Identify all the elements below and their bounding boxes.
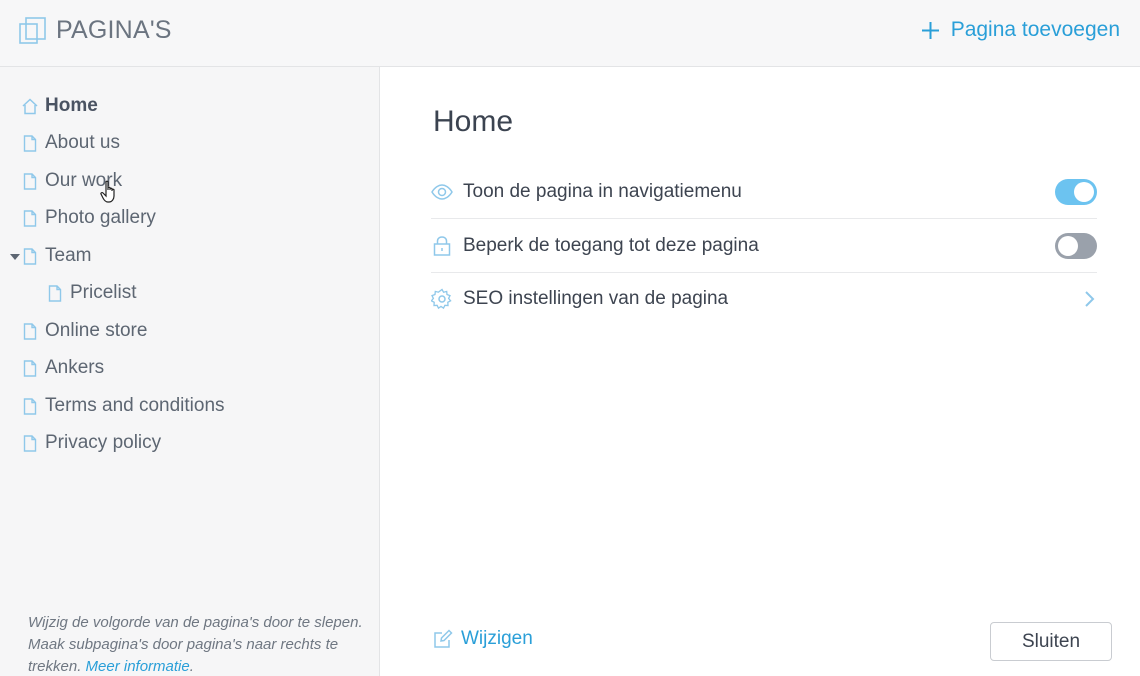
sidebar-item-online-store[interactable]: Online store bbox=[22, 318, 147, 344]
more-info-link[interactable]: Meer informatie bbox=[86, 658, 190, 675]
page-icon bbox=[23, 434, 37, 452]
page-icon bbox=[23, 209, 37, 227]
page-icon bbox=[23, 397, 37, 415]
sidebar-help-note: Wijzig de volgorde van de pagina's door … bbox=[28, 612, 368, 676]
sidebar-item-label: Terms and conditions bbox=[45, 395, 225, 416]
page-settings-panel: Home Toon de pagina in navigatiemenu Bep… bbox=[381, 67, 1140, 676]
add-page-button[interactable]: Pagina toevoegen bbox=[921, 18, 1120, 42]
sidebar-item-label: Home bbox=[45, 95, 98, 116]
sidebar-item-label: Online store bbox=[45, 320, 148, 341]
expand-caret-icon[interactable] bbox=[10, 254, 20, 260]
sidebar-item-photo-gallery[interactable]: Photo gallery bbox=[22, 205, 156, 231]
show-in-menu-toggle[interactable] bbox=[1055, 179, 1097, 205]
header-title-group: PAGINA'S bbox=[19, 16, 172, 45]
hand-cursor-icon bbox=[100, 180, 115, 203]
toggle-knob bbox=[1074, 182, 1094, 202]
page-title: Home bbox=[433, 105, 514, 138]
page-icon bbox=[23, 247, 37, 265]
edit-label: Wijzigen bbox=[461, 628, 533, 649]
setting-label: Toon de pagina in navigatiemenu bbox=[463, 180, 742, 202]
setting-label: Beperk de toegang tot deze pagina bbox=[463, 234, 759, 256]
sidebar-note-text: Wijzig de volgorde van de pagina's door … bbox=[28, 614, 363, 675]
add-page-label: Pagina toevoegen bbox=[950, 18, 1120, 41]
sidebar-item-home[interactable]: Home bbox=[22, 93, 98, 119]
chevron-right-icon[interactable] bbox=[1083, 290, 1095, 308]
setting-label: SEO instellingen van de pagina bbox=[463, 288, 729, 309]
toggle-knob bbox=[1058, 236, 1078, 256]
page-icon bbox=[23, 322, 37, 340]
pages-sidebar: Home About us Our work Photo gallery Tea… bbox=[0, 67, 380, 676]
edit-page-link[interactable]: Wijzigen bbox=[433, 628, 533, 650]
eye-icon bbox=[431, 183, 453, 200]
home-icon bbox=[22, 97, 38, 114]
sidebar-item-team[interactable]: Team bbox=[22, 243, 91, 269]
page-icon bbox=[23, 172, 37, 190]
sidebar-item-label: Photo gallery bbox=[45, 207, 156, 228]
page-icon bbox=[23, 359, 37, 377]
setting-restrict-access: Beperk de toegang tot deze pagina bbox=[431, 219, 1097, 273]
setting-show-in-menu: Toon de pagina in navigatiemenu bbox=[431, 165, 1097, 219]
plus-icon bbox=[921, 21, 939, 39]
page-icon bbox=[48, 284, 62, 302]
close-button[interactable]: Sluiten bbox=[990, 622, 1112, 661]
lock-icon bbox=[433, 235, 451, 256]
header-title: PAGINA'S bbox=[56, 16, 172, 44]
sidebar-note-period: . bbox=[189, 658, 194, 675]
restrict-access-toggle[interactable] bbox=[1055, 233, 1097, 259]
sidebar-item-privacy[interactable]: Privacy policy bbox=[22, 430, 161, 456]
sidebar-item-label: Privacy policy bbox=[45, 432, 162, 453]
sidebar-item-label: Team bbox=[45, 245, 92, 266]
sidebar-item-pricelist[interactable]: Pricelist bbox=[47, 280, 137, 306]
gear-icon bbox=[431, 288, 452, 310]
pages-stack-icon bbox=[19, 16, 46, 44]
setting-seo[interactable]: SEO instellingen van de pagina bbox=[431, 272, 1097, 326]
sidebar-item-about-us[interactable]: About us bbox=[22, 130, 120, 156]
page-header: PAGINA'S Pagina toevoegen bbox=[0, 0, 1140, 67]
sidebar-item-ankers[interactable]: Ankers bbox=[22, 355, 104, 381]
page-icon bbox=[23, 134, 37, 152]
sidebar-item-terms[interactable]: Terms and conditions bbox=[22, 393, 225, 419]
edit-icon bbox=[434, 629, 453, 648]
sidebar-item-label: Pricelist bbox=[70, 282, 137, 303]
sidebar-item-label: About us bbox=[45, 132, 120, 153]
sidebar-item-label: Ankers bbox=[45, 357, 105, 378]
